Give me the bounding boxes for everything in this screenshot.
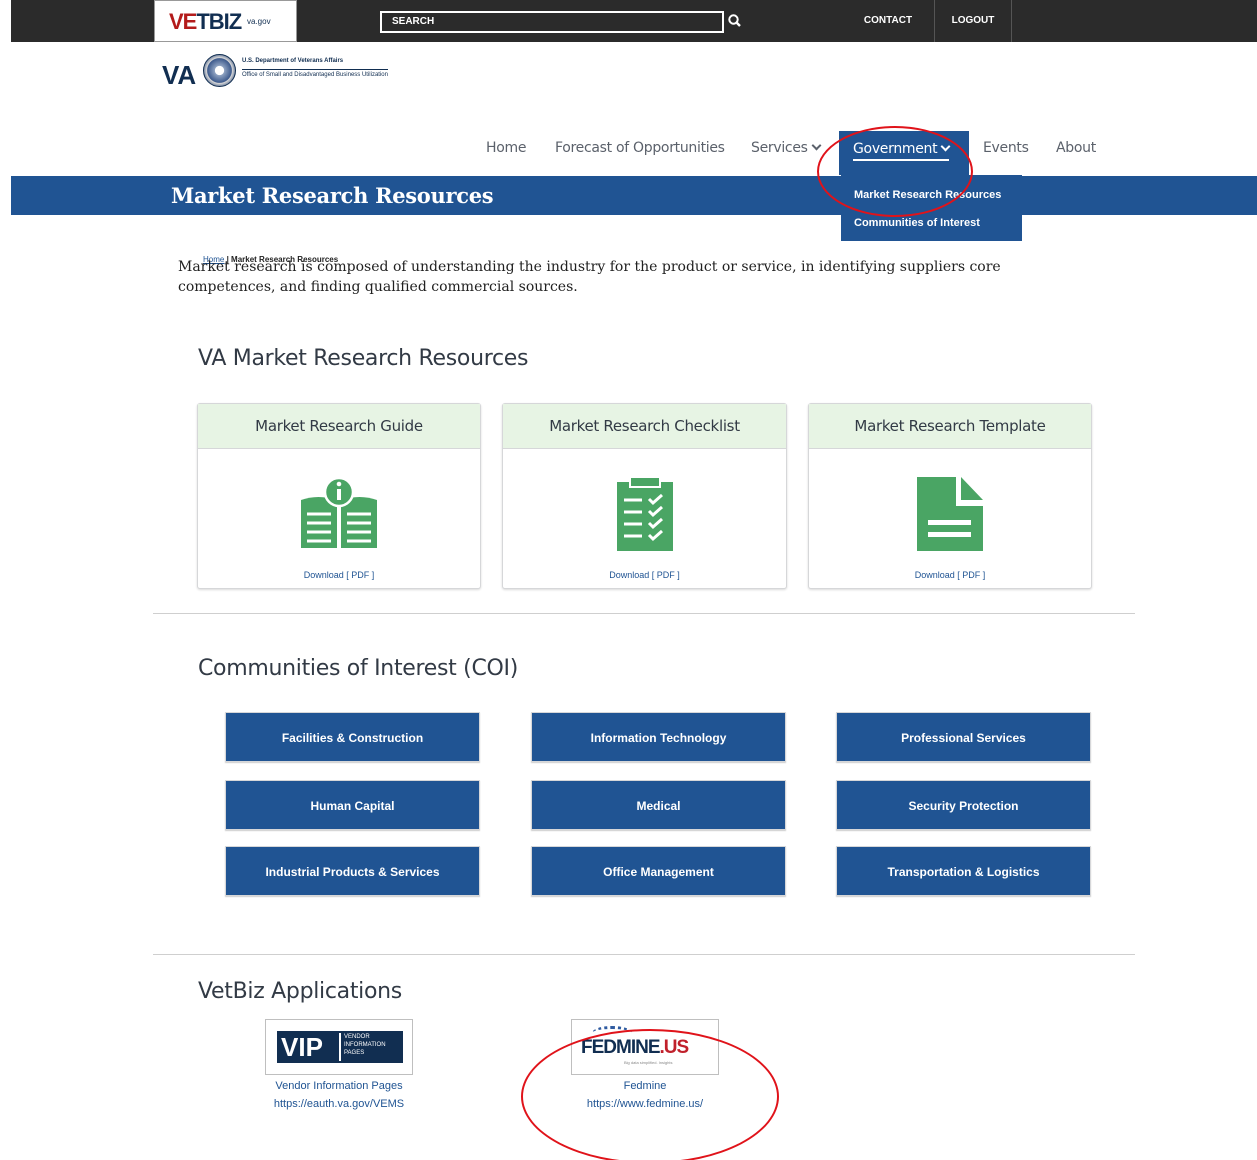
checklist-icon	[616, 476, 673, 551]
vetbiz-logo-domain: va.gov	[247, 17, 271, 26]
va-letters: VA	[162, 60, 197, 90]
section-divider	[153, 613, 1135, 614]
vetbiz-logo-text: VETBIZ	[169, 9, 242, 34]
vip-logo-badge: VIP VENDOR INFORMATION PAGES	[277, 1031, 403, 1063]
top-utility-bar: VETBIZ va.gov SEARCH CONTACT LOGOUT	[11, 0, 1257, 42]
va-office-name: Office of Small and Disadvantaged Busine…	[242, 69, 388, 78]
vip-app-name-link[interactable]: Vendor Information Pages	[221, 1080, 457, 1092]
card-title: Market Research Checklist	[503, 404, 786, 449]
search-input[interactable]: SEARCH	[380, 11, 724, 33]
nav-home[interactable]: Home	[486, 140, 526, 156]
dropdown-item-communities-of-interest[interactable]: Communities of Interest	[854, 217, 980, 229]
government-dropdown-menu: Market Research Resources Communities of…	[841, 175, 1022, 241]
coi-button-industrial-products-services[interactable]: Industrial Products & Services	[225, 846, 480, 896]
nav-government-label: Government	[853, 141, 951, 161]
market-research-checklist-card: Market Research Checklist Download [ PDF…	[502, 403, 787, 589]
coi-button-professional-services[interactable]: Professional Services	[836, 712, 1091, 762]
download-pdf-link[interactable]: Download [ PDF ]	[198, 570, 480, 580]
intro-paragraph: Market research is composed of understan…	[178, 259, 1001, 295]
document-icon	[917, 477, 983, 551]
nav-events[interactable]: Events	[983, 140, 1029, 156]
download-pdf-link[interactable]: Download [ PDF ]	[503, 570, 786, 580]
fedmine-logo-text: FEDMINE.US	[581, 1037, 689, 1058]
coi-button-information-technology[interactable]: Information Technology	[531, 712, 786, 762]
fedmine-app-url-link[interactable]: https://www.fedmine.us/	[527, 1098, 763, 1110]
fedmine-logo-tagline: Big data simplified. Insights	[624, 1060, 673, 1065]
dropdown-item-market-research[interactable]: Market Research Resources	[854, 189, 1001, 201]
nav-services-label: Services	[751, 140, 808, 156]
coi-button-office-management[interactable]: Office Management	[531, 846, 786, 896]
market-research-template-card: Market Research Template Download [ PDF …	[808, 403, 1092, 589]
market-research-guide-card: Market Research Guide Download [ PDF ]	[197, 403, 481, 589]
coi-button-human-capital[interactable]: Human Capital	[225, 780, 480, 830]
nav-forecast[interactable]: Forecast of Opportunities	[555, 140, 725, 156]
va-header-logo[interactable]: VA U.S. Department of Veterans Affairs O…	[162, 54, 462, 92]
download-pdf-link[interactable]: Download [ PDF ]	[809, 570, 1091, 580]
page-title-band: Market Research Resources	[11, 176, 1257, 215]
coi-heading: Communities of Interest (COI)	[198, 656, 519, 681]
vip-app-url-link[interactable]: https://eauth.va.gov/VEMS	[221, 1098, 457, 1110]
coi-button-security-protection[interactable]: Security Protection	[836, 780, 1091, 830]
va-department-name: U.S. Department of Veterans Affairs	[242, 58, 344, 64]
coi-button-transportation-logistics[interactable]: Transportation & Logistics	[836, 846, 1091, 896]
nav-services[interactable]: Services	[751, 140, 822, 156]
logout-link[interactable]: LOGOUT	[934, 0, 1012, 42]
card-title: Market Research Template	[809, 404, 1091, 449]
search-icon[interactable]	[727, 12, 743, 30]
apps-heading: VetBiz Applications	[198, 979, 402, 1004]
section-divider	[153, 954, 1135, 955]
vip-logo-subtext: VENDOR INFORMATION PAGES	[339, 1033, 399, 1061]
vip-logo-text: VIP	[281, 1032, 323, 1062]
market-research-heading: VA Market Research Resources	[198, 346, 529, 371]
book-info-icon	[301, 476, 377, 548]
vip-logo[interactable]: VIP VENDOR INFORMATION PAGES	[265, 1019, 413, 1075]
coi-button-facilities-construction[interactable]: Facilities & Construction	[225, 712, 480, 762]
va-seal-icon	[203, 54, 236, 87]
contact-link[interactable]: CONTACT	[849, 0, 927, 42]
chevron-down-icon	[811, 140, 822, 151]
chevron-down-icon	[940, 141, 951, 152]
page-title: Market Research Resources	[171, 183, 494, 208]
nav-government[interactable]: Government	[839, 131, 969, 175]
card-title: Market Research Guide	[198, 404, 480, 449]
coi-button-medical[interactable]: Medical	[531, 780, 786, 830]
fedmine-app-name-link[interactable]: Fedmine	[527, 1080, 763, 1092]
nav-about[interactable]: About	[1056, 140, 1096, 156]
fedmine-logo[interactable]: FEDMINE.US Big data simplified. Insights	[571, 1019, 719, 1075]
vetbiz-logo[interactable]: VETBIZ va.gov	[154, 0, 297, 42]
